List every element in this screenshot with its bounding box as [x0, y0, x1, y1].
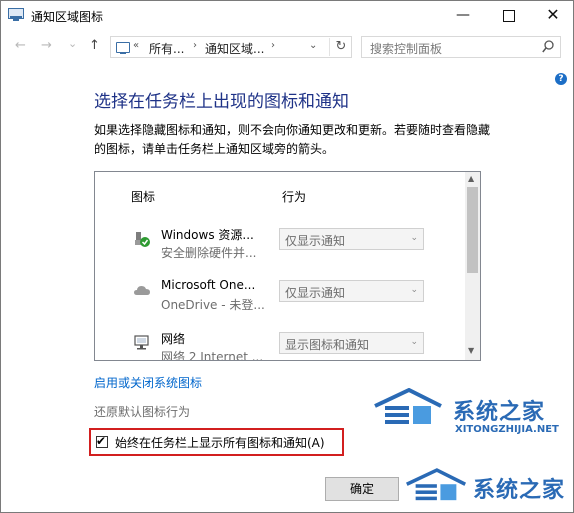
list-item: Windows 资源... 安全删除硬件并... 仅显示通知 ⌄ — [95, 220, 465, 272]
forward-button[interactable]: → — [41, 38, 52, 53]
search-icon[interactable] — [542, 40, 554, 54]
behavior-select-value: 仅显示通知 — [285, 286, 346, 300]
column-header-icon: 图标 — [131, 190, 156, 204]
breadcrumb-overflow[interactable]: « — [133, 40, 139, 51]
title-bar[interactable]: 通知区域图标 — ✕ — [1, 1, 573, 31]
watermark-url: XITONGZHIJIA.NET — [455, 424, 559, 435]
watermark-brand: 系统之家 — [453, 399, 546, 425]
list-item: Microsoft One... OneDrive - 未登... 仅显示通知 … — [95, 272, 465, 324]
restore-defaults-link[interactable]: 还原默认图标行为 — [94, 403, 190, 420]
column-header-behavior: 行为 — [282, 190, 307, 204]
watermark-logo: 系统之家 XITONGZHIJIA.NET — [373, 386, 573, 438]
chevron-down-icon: ⌄ — [410, 233, 418, 243]
scrollbar-thumb[interactable] — [467, 187, 478, 273]
always-show-label[interactable]: 始终在任务栏上显示所有图标和通知(A) — [115, 434, 325, 451]
address-bar[interactable]: « 所有... › 通知区域... › ⌄ ↻ — [110, 36, 352, 58]
item-description: OneDrive - 未登... — [161, 298, 265, 312]
check-mark-icon: ✔ — [96, 434, 107, 448]
watermark-logo: 系统之家 — [405, 464, 573, 510]
notification-area-app-icon — [8, 8, 24, 21]
refresh-button[interactable]: ↻ — [329, 38, 352, 56]
help-icon[interactable]: ? — [555, 73, 567, 85]
always-show-checkbox[interactable]: ✔ — [96, 434, 108, 448]
navigation-bar: ← → ⌄ ↑ « 所有... › 通知区域... › ⌄ ↻ 搜索控制面板 — [1, 31, 573, 63]
item-name: Windows 资源... — [161, 228, 254, 242]
control-panel-icon — [116, 42, 130, 54]
breadcrumb-all-items[interactable]: 所有... — [149, 40, 184, 57]
ok-button[interactable]: 确定 — [325, 477, 399, 501]
watermark-brand: 系统之家 — [473, 477, 566, 503]
list-scrollbar[interactable]: ▲ ▼ — [465, 172, 480, 360]
house-logo-icon — [406, 468, 467, 501]
close-button[interactable]: ✕ — [531, 1, 573, 31]
behavior-select[interactable]: 显示图标和通知 ⌄ — [279, 332, 424, 354]
chevron-down-icon: ⌄ — [410, 285, 418, 295]
list-item: 网络 网络 2 Internet ... 显示图标和通知 ⌄ — [95, 324, 465, 361]
scroll-down-icon[interactable]: ▼ — [468, 346, 474, 355]
maximize-button[interactable] — [487, 1, 531, 31]
search-box[interactable]: 搜索控制面板 — [361, 36, 561, 58]
control-panel-window: 通知区域图标 — ✕ ← → ⌄ ↑ « 所有... › 通知区域... › ⌄… — [0, 0, 574, 513]
up-button[interactable]: ↑ — [89, 38, 100, 53]
chevron-down-icon: ⌄ — [410, 337, 418, 347]
behavior-select-value: 显示图标和通知 — [285, 338, 370, 352]
search-placeholder: 搜索控制面板 — [370, 42, 443, 56]
breadcrumb-notification-area[interactable]: 通知区域... — [205, 40, 264, 57]
always-show-all-icons-option[interactable]: ✔ 始终在任务栏上显示所有图标和通知(A) — [89, 428, 344, 456]
maximize-icon — [503, 10, 515, 22]
page-description: 如果选择隐藏图标和通知，则不会向你通知更改和更新。若要随时查看隐藏的图标，请单击… — [94, 123, 491, 156]
behavior-select[interactable]: 仅显示通知 ⌄ — [279, 228, 424, 250]
window-title: 通知区域图标 — [31, 10, 104, 24]
house-logo-icon — [374, 388, 442, 424]
system-icons-link[interactable]: 启用或关闭系统图标 — [94, 374, 202, 391]
scroll-up-icon[interactable]: ▲ — [468, 174, 474, 183]
back-button[interactable]: ← — [15, 38, 26, 53]
item-name: 网络 — [161, 332, 186, 346]
address-dropdown-icon[interactable]: ⌄ — [309, 40, 317, 51]
behavior-select[interactable]: 仅显示通知 ⌄ — [279, 280, 424, 302]
item-description: 网络 2 Internet ... — [161, 350, 264, 361]
ok-button-label: 确定 — [349, 482, 374, 496]
breadcrumb-separator-icon: › — [271, 40, 275, 51]
recent-locations-button[interactable]: ⌄ — [68, 37, 77, 50]
item-name: Microsoft One... — [161, 278, 256, 292]
onedrive-cloud-icon — [134, 286, 150, 295]
usb-safely-remove-icon — [135, 232, 150, 247]
minimize-button[interactable]: — — [441, 1, 485, 31]
page-heading: 选择在任务栏上出现的图标和通知 — [94, 92, 349, 112]
behavior-select-value: 仅显示通知 — [285, 234, 346, 248]
notification-icons-list[interactable]: 图标 行为 Windows 资源... 安全删除硬件并... 仅显示通知 ⌄ M… — [94, 171, 481, 361]
item-description: 安全删除硬件并... — [161, 246, 257, 260]
network-icon — [134, 335, 149, 350]
breadcrumb-separator-icon: › — [193, 40, 197, 51]
